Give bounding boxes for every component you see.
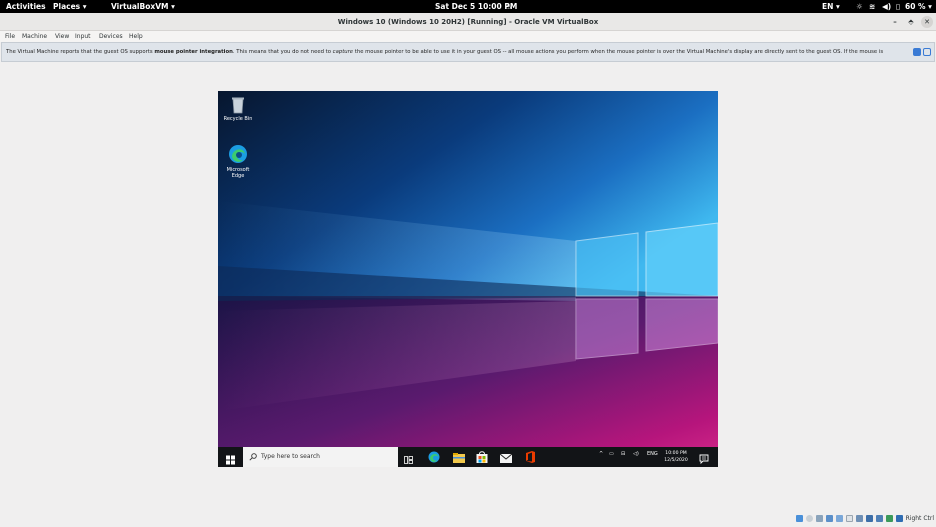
display-icon[interactable]	[856, 515, 863, 522]
places-menu[interactable]: Places ▾	[53, 2, 87, 11]
menu-view[interactable]: View	[55, 33, 69, 40]
edge-label-line2: Edge	[231, 173, 245, 179]
window-titlebar[interactable]: Windows 10 (Windows 10 20H2) [Running] -…	[0, 13, 936, 31]
edge-shortcut[interactable]: Microsoft Edge	[218, 144, 258, 179]
notifications-icon: ⚠	[505, 2, 512, 11]
notice-info-icon[interactable]	[913, 48, 921, 56]
windows-taskbar: Type here to search ^ ▭ ⊟ ◁) ENG 10:00 P…	[218, 447, 718, 467]
search-placeholder: Type here to search	[261, 453, 320, 460]
start-button[interactable]	[226, 453, 235, 467]
usb-icon[interactable]	[836, 515, 844, 522]
mail-icon[interactable]	[500, 451, 512, 465]
recycle-bin-shortcut[interactable]: Recycle Bin	[218, 96, 258, 122]
task-view-icon[interactable]	[404, 453, 413, 467]
taskbar-clock[interactable]: 10:00 PM 12/5/2020	[662, 450, 690, 464]
mouse-integration-notice: The Virtual Machine reports that the gue…	[1, 42, 935, 62]
close-button[interactable]: ✕	[921, 16, 933, 28]
notice-text: The Virtual Machine reports that the gue…	[6, 49, 884, 55]
file-explorer-icon[interactable]	[453, 451, 465, 465]
taskbar-time: 10:00 PM	[665, 451, 687, 456]
hard-disk-icon[interactable]	[796, 515, 804, 522]
window-title: Windows 10 (Windows 10 20H2) [Running] -…	[337, 18, 599, 26]
shared-folders-icon[interactable]	[846, 515, 854, 522]
vm-display[interactable]: Recycle Bin Microsoft Edge Type here to …	[218, 91, 718, 467]
recycle-bin-icon	[232, 97, 244, 114]
minimize-button[interactable]: –	[889, 16, 901, 28]
language-indicator[interactable]: EN ▾	[822, 2, 840, 11]
menu-devices[interactable]: Devices	[99, 33, 123, 40]
gnome-top-bar: Activities Places ▾ VirtualBoxVM ▾ Sat D…	[0, 0, 936, 13]
app-menu[interactable]: VirtualBoxVM ▾	[111, 2, 175, 11]
menu-help[interactable]: Help	[129, 33, 143, 40]
menu-bar: File Machine View Input Devices Help	[0, 31, 936, 42]
taskbar-date: 12/5/2020	[664, 458, 688, 463]
network-tray-icon[interactable]: ⊟	[621, 451, 625, 457]
edge-icon	[229, 145, 247, 163]
recycle-bin-label: Recycle Bin	[223, 116, 253, 122]
video-capture-icon[interactable]	[865, 515, 873, 522]
battery-icon: ▯	[896, 2, 901, 11]
optical-drive-icon[interactable]	[806, 515, 814, 522]
action-center-icon[interactable]	[699, 452, 709, 466]
volume-icon: ◀)	[882, 2, 892, 11]
menu-input[interactable]: Input	[75, 33, 91, 40]
audio-icon[interactable]	[816, 515, 824, 522]
input-language[interactable]: ENG	[647, 451, 658, 457]
restore-button[interactable]: ⬘	[905, 16, 917, 28]
menu-machine[interactable]: Machine	[22, 33, 47, 40]
volume-tray-icon[interactable]: ◁)	[633, 451, 639, 457]
battery-tray-icon[interactable]: ▭	[609, 451, 614, 457]
battery-percent[interactable]: 60 % ▾	[905, 2, 932, 11]
host-key-label: Right Ctrl	[905, 515, 934, 522]
notice-close-icon[interactable]	[923, 48, 931, 56]
search-icon	[249, 453, 257, 461]
network-icon[interactable]	[826, 515, 834, 522]
windows-wallpaper	[218, 91, 718, 467]
office-icon[interactable]	[525, 450, 535, 464]
vm-status-bar: Right Ctrl	[796, 515, 934, 525]
edge-taskbar-icon[interactable]	[428, 450, 440, 464]
brightness-icon: ☼	[856, 2, 863, 11]
menu-file[interactable]: File	[5, 33, 15, 40]
mouse-integration-icon[interactable]	[885, 515, 893, 522]
store-icon[interactable]	[476, 450, 488, 464]
activities-button[interactable]: Activities	[6, 2, 46, 11]
keyboard-capture-icon[interactable]	[895, 515, 903, 522]
taskbar-search-box[interactable]: Type here to search	[243, 447, 398, 467]
wifi-icon: ≋	[869, 2, 876, 11]
tray-overflow-icon[interactable]: ^	[599, 451, 603, 457]
cpu-icon[interactable]	[875, 515, 883, 522]
